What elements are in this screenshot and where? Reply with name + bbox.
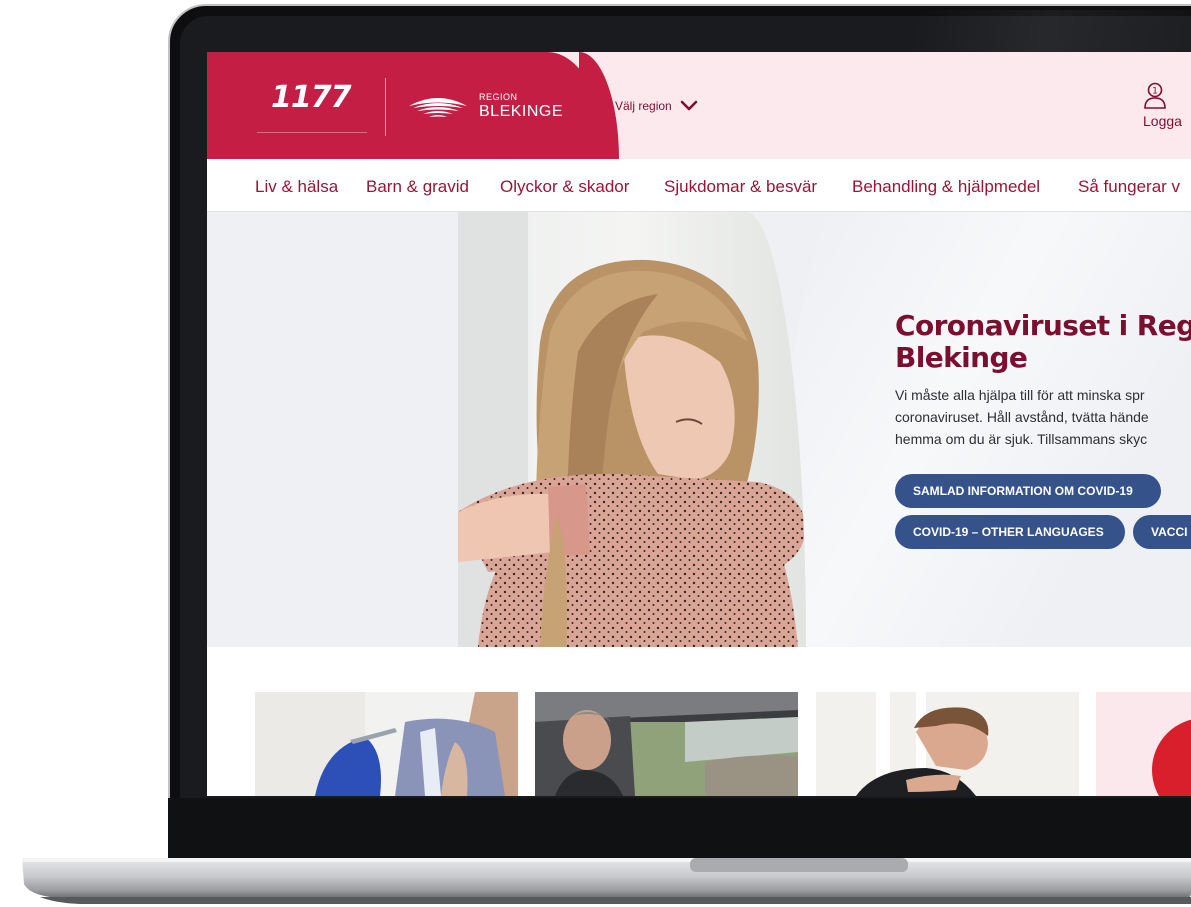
- login-button[interactable]: 1 Logga: [1143, 82, 1182, 129]
- login-label: Logga: [1143, 113, 1182, 129]
- hero-section: Coronaviruset i Regio Blekinge Vi måste …: [207, 212, 1191, 647]
- svg-text:1: 1: [1152, 87, 1158, 97]
- select-region-button[interactable]: Välj region: [615, 99, 698, 113]
- brand-divider: [385, 78, 386, 136]
- laptop-mockup: 1177 REGION BLEKINGE Välj region 1 Logga…: [0, 0, 1191, 907]
- hero-image: [458, 212, 806, 647]
- browser-screen: 1177 REGION BLEKINGE Välj region 1 Logga…: [207, 52, 1191, 796]
- main-navigation: Liv & hälsa Barn & gravid Olyckor & skad…: [207, 159, 1191, 212]
- woman-coughing-illustration: [458, 212, 806, 647]
- hero-text-line-3: hemma om du är sjuk. Tillsammans skyc: [895, 431, 1148, 447]
- covid-languages-button[interactable]: COVID-19 – OTHER LANGUAGES: [895, 515, 1125, 549]
- logo-underline: [257, 132, 367, 133]
- card-drive-in-testing[interactable]: [535, 692, 798, 796]
- nav-item-sjukdomar-besvar[interactable]: Sjukdomar & besvär: [664, 177, 817, 197]
- site-header: 1177 REGION BLEKINGE Välj region 1 Logga: [207, 52, 1191, 159]
- region-name: BLEKINGE: [479, 103, 564, 120]
- vaccination-button[interactable]: VACCI: [1133, 515, 1191, 549]
- region-label: REGION: [479, 92, 518, 102]
- user-icon: 1: [1144, 82, 1166, 109]
- vaccination-photo: [255, 692, 518, 796]
- hero-text-line-2: coronaviruset. Håll avstånd, tvätta händ…: [895, 409, 1149, 425]
- nav-item-olyckor-skador[interactable]: Olyckor & skador: [500, 177, 629, 197]
- car-testing-photo: [535, 692, 798, 796]
- nav-item-barn-gravid[interactable]: Barn & gravid: [366, 177, 469, 197]
- select-region-label: Välj region: [615, 99, 672, 113]
- nav-item-liv-halsa[interactable]: Liv & hälsa: [255, 177, 338, 197]
- logo-1177[interactable]: 1177: [271, 80, 351, 115]
- card-promo[interactable]: [1096, 692, 1191, 796]
- brand-band: 1177 REGION BLEKINGE: [207, 52, 619, 159]
- hero-description: Vi måste alla hjälpa till för att minska…: [895, 384, 1191, 450]
- chevron-down-icon: [680, 100, 698, 111]
- covid-info-button[interactable]: SAMLAD INFORMATION OM COVID-19: [895, 474, 1161, 508]
- card-cough-etiquette[interactable]: [816, 692, 1079, 796]
- hero-title: Coronaviruset i Regio Blekinge: [895, 310, 1191, 374]
- region-blekinge-logo-icon[interactable]: [407, 92, 469, 120]
- hero-title-line-1: Coronaviruset i Regio: [895, 309, 1191, 342]
- promo-graphic: [1096, 692, 1191, 796]
- hero-text-line-1: Vi måste alla hjälpa till för att minska…: [895, 387, 1145, 403]
- nav-item-sa-fungerar[interactable]: Så fungerar v: [1078, 177, 1180, 197]
- card-vaccination[interactable]: [255, 692, 518, 796]
- man-coughing-photo: [816, 692, 1079, 796]
- region-wordmark[interactable]: REGION BLEKINGE: [479, 93, 563, 120]
- nav-item-behandling-hjalpmedel[interactable]: Behandling & hjälpmedel: [852, 177, 1040, 197]
- news-cards: [207, 647, 1191, 796]
- hero-title-line-2: Blekinge: [895, 341, 1028, 374]
